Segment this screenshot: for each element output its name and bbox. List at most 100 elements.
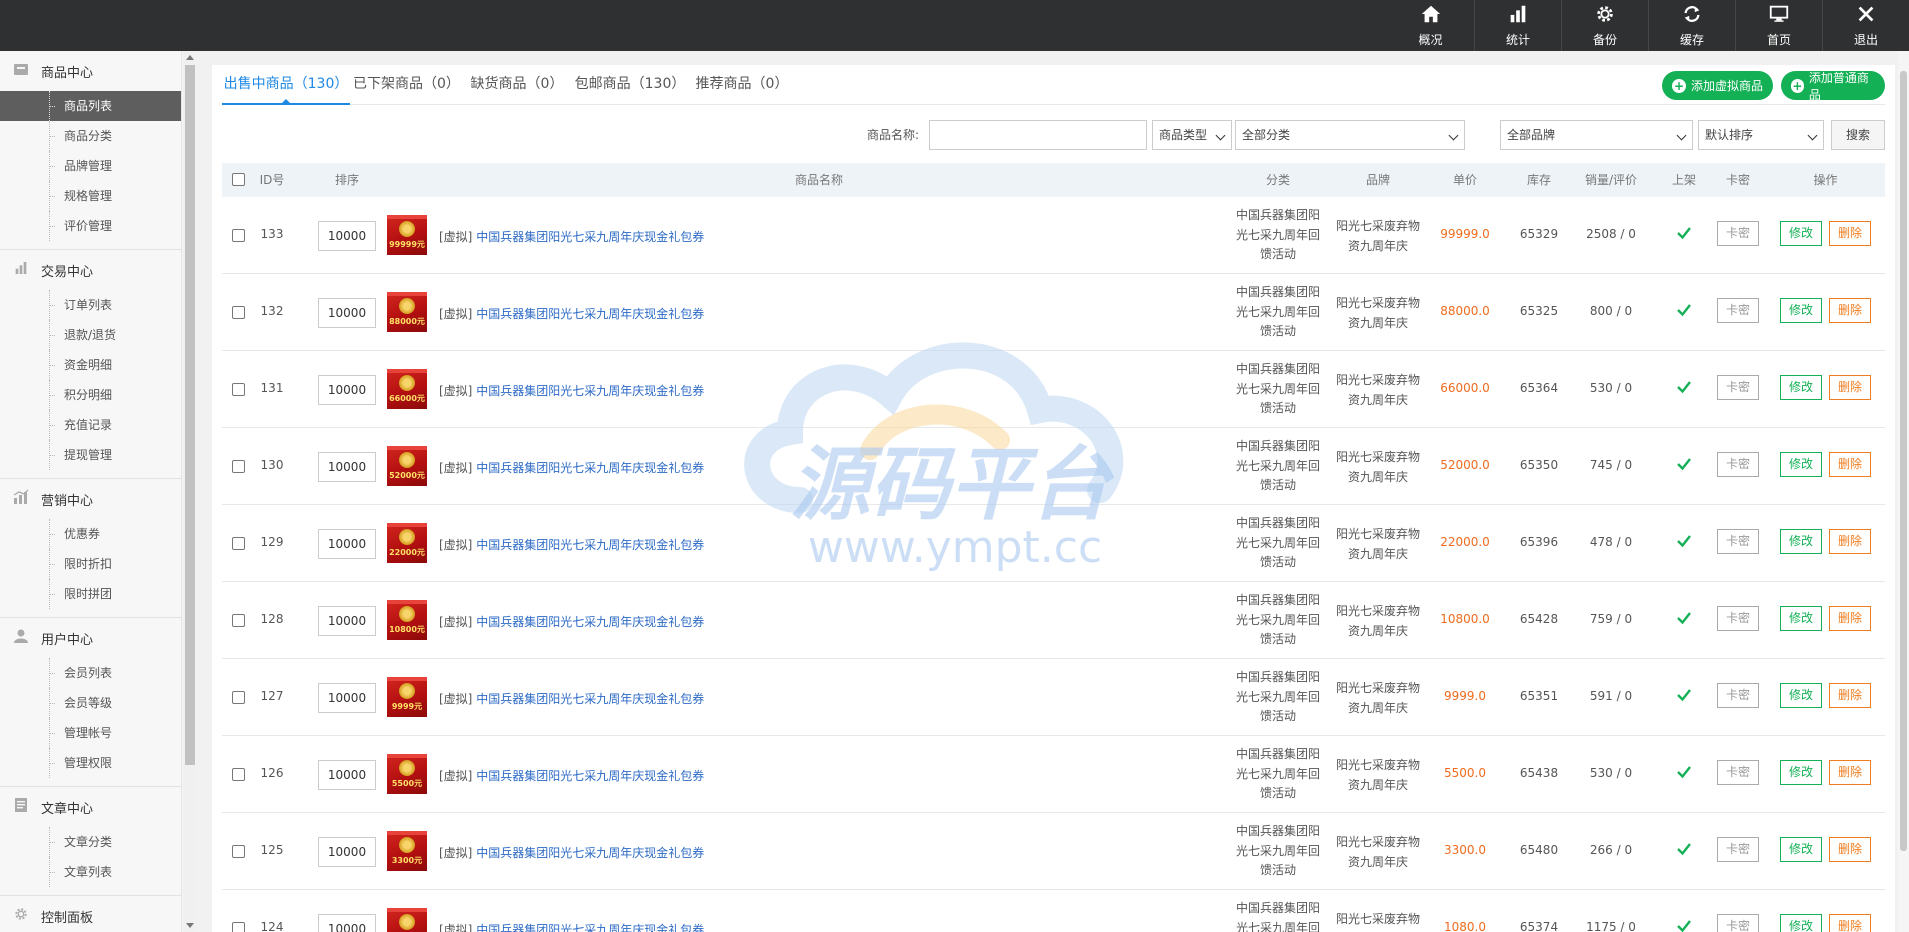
check-icon[interactable] [1675, 763, 1693, 781]
sort-input[interactable]: 10000 [318, 375, 376, 405]
check-icon[interactable] [1675, 224, 1693, 242]
kami-button[interactable]: 卡密 [1717, 606, 1759, 631]
sort-input[interactable]: 10000 [318, 914, 376, 932]
delete-button[interactable]: 删除 [1829, 683, 1871, 708]
sidebar-item[interactable]: 管理权限 [0, 748, 181, 778]
goods-thumbnail[interactable]: 52000元 [387, 446, 427, 486]
sidebar-group-title[interactable]: 控制面板 [0, 896, 181, 932]
edit-button[interactable]: 修改 [1780, 298, 1822, 323]
goods-thumbnail[interactable]: 66000元 [387, 369, 427, 409]
goods-thumbnail[interactable]: 22000元 [387, 523, 427, 563]
goods-name-link[interactable]: 中国兵器集团阳光七采九周年庆现金礼包券 [476, 230, 704, 244]
sort-select[interactable]: 默认排序 [1698, 120, 1824, 150]
add-normal-goods-button[interactable]: + 添加普通商品 [1781, 71, 1885, 102]
sidebar-item[interactable]: 商品列表 [0, 91, 181, 121]
delete-button[interactable]: 删除 [1829, 298, 1871, 323]
add-virtual-goods-button[interactable]: + 添加虚拟商品 [1662, 71, 1774, 100]
topnav-monitor[interactable]: 首页 [1735, 0, 1822, 51]
goods-type-select[interactable]: 商品类型 [1152, 120, 1232, 150]
sidebar-item[interactable]: 规格管理 [0, 181, 181, 211]
goods-name-link[interactable]: 中国兵器集团阳光七采九周年庆现金礼包券 [476, 846, 704, 860]
sidebar-item[interactable]: 评价管理 [0, 211, 181, 241]
sidebar-group-title[interactable]: 商品中心 [0, 51, 181, 91]
sort-input[interactable]: 10000 [318, 837, 376, 867]
check-icon[interactable] [1675, 686, 1693, 704]
edit-button[interactable]: 修改 [1780, 221, 1822, 246]
edit-button[interactable]: 修改 [1780, 683, 1822, 708]
sidebar-item[interactable]: 限时折扣 [0, 549, 181, 579]
sidebar-item[interactable]: 品牌管理 [0, 151, 181, 181]
scroll-up-arrow-icon[interactable] [186, 55, 194, 60]
sidebar-scroll-thumb[interactable] [185, 65, 195, 765]
kami-button[interactable]: 卡密 [1717, 683, 1759, 708]
delete-button[interactable]: 删除 [1829, 760, 1871, 785]
goods-thumbnail[interactable]: 9999元 [387, 677, 427, 717]
select-all-checkbox[interactable] [232, 173, 245, 186]
sidebar-item[interactable]: 订单列表 [0, 290, 181, 320]
category-select[interactable]: 全部分类 [1235, 120, 1465, 150]
page-scroll-thumb[interactable] [1900, 71, 1907, 851]
tab-4[interactable]: 推荐商品（0） [692, 65, 792, 105]
sidebar-group-title[interactable]: 交易中心 [0, 250, 181, 290]
tab-3[interactable]: 包邮商品（130） [574, 65, 686, 105]
sidebar-item[interactable]: 资金明细 [0, 350, 181, 380]
sidebar-item[interactable]: 积分明细 [0, 380, 181, 410]
kami-button[interactable]: 卡密 [1717, 452, 1759, 477]
edit-button[interactable]: 修改 [1780, 375, 1822, 400]
row-checkbox[interactable] [232, 306, 245, 319]
sort-input[interactable]: 10000 [318, 452, 376, 482]
row-checkbox[interactable] [232, 768, 245, 781]
row-checkbox[interactable] [232, 614, 245, 627]
row-checkbox[interactable] [232, 383, 245, 396]
delete-button[interactable]: 删除 [1829, 837, 1871, 862]
delete-button[interactable]: 删除 [1829, 606, 1871, 631]
topnav-bar-chart[interactable]: 统计 [1474, 0, 1561, 51]
sidebar-item[interactable]: 退款/退货 [0, 320, 181, 350]
sort-input[interactable]: 10000 [318, 221, 376, 251]
kami-button[interactable]: 卡密 [1717, 529, 1759, 554]
sidebar-item[interactable]: 会员等级 [0, 688, 181, 718]
sidebar-item[interactable]: 会员列表 [0, 658, 181, 688]
sidebar-group-title[interactable]: 文章中心 [0, 787, 181, 827]
sidebar-group-title[interactable]: 用户中心 [0, 618, 181, 658]
sort-input[interactable]: 10000 [318, 760, 376, 790]
kami-button[interactable]: 卡密 [1717, 914, 1759, 932]
goods-name-link[interactable]: 中国兵器集团阳光七采九周年庆现金礼包券 [476, 615, 704, 629]
edit-button[interactable]: 修改 [1780, 606, 1822, 631]
scroll-down-arrow-icon[interactable] [186, 923, 194, 928]
goods-thumbnail[interactable]: 3300元 [387, 831, 427, 871]
delete-button[interactable]: 删除 [1829, 375, 1871, 400]
edit-button[interactable]: 修改 [1780, 529, 1822, 554]
sidebar-item[interactable]: 优惠券 [0, 519, 181, 549]
delete-button[interactable]: 删除 [1829, 914, 1871, 932]
check-icon[interactable] [1675, 455, 1693, 473]
row-checkbox[interactable] [232, 922, 245, 932]
goods-name-link[interactable]: 中国兵器集团阳光七采九周年庆现金礼包券 [476, 538, 704, 552]
check-icon[interactable] [1675, 378, 1693, 396]
topnav-home[interactable]: 概况 [1387, 0, 1474, 51]
goods-thumbnail[interactable]: 1080元 [387, 908, 427, 932]
sidebar-item[interactable]: 提现管理 [0, 440, 181, 470]
sort-input[interactable]: 10000 [318, 683, 376, 713]
goods-thumbnail[interactable]: 88000元 [387, 292, 427, 332]
goods-name-link[interactable]: 中国兵器集团阳光七采九周年庆现金礼包券 [476, 384, 704, 398]
topnav-refresh[interactable]: 缓存 [1648, 0, 1735, 51]
check-icon[interactable] [1675, 301, 1693, 319]
row-checkbox[interactable] [232, 845, 245, 858]
kami-button[interactable]: 卡密 [1717, 837, 1759, 862]
sort-input[interactable]: 10000 [318, 298, 376, 328]
goods-name-link[interactable]: 中国兵器集团阳光七采九周年庆现金礼包券 [476, 461, 704, 475]
kami-button[interactable]: 卡密 [1717, 760, 1759, 785]
kami-button[interactable]: 卡密 [1717, 221, 1759, 246]
edit-button[interactable]: 修改 [1780, 914, 1822, 932]
sidebar-item[interactable]: 限时拼团 [0, 579, 181, 609]
check-icon[interactable] [1675, 917, 1693, 932]
row-checkbox[interactable] [232, 537, 245, 550]
goods-name-input[interactable] [929, 120, 1147, 150]
goods-name-link[interactable]: 中国兵器集团阳光七采九周年庆现金礼包券 [476, 692, 704, 706]
goods-thumbnail[interactable]: 99999元 [387, 215, 427, 255]
edit-button[interactable]: 修改 [1780, 760, 1822, 785]
tab-1[interactable]: 已下架商品（0） [353, 65, 460, 105]
kami-button[interactable]: 卡密 [1717, 375, 1759, 400]
check-icon[interactable] [1675, 840, 1693, 858]
